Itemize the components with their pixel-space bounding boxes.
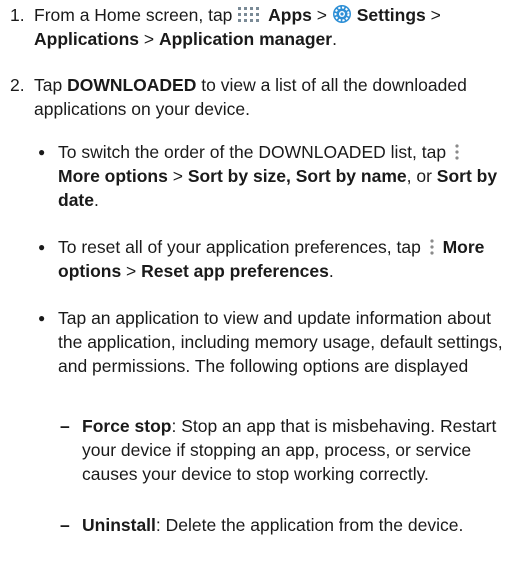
bullet-1: ● To switch the order of the DOWNLOADED … <box>34 140 502 212</box>
bullet-3-text: Tap an application to view and update in… <box>58 308 503 376</box>
settings-gear-icon <box>332 5 351 23</box>
dash-marker: – <box>60 416 70 436</box>
step-1-prefix: From a Home screen, tap <box>34 5 238 25</box>
bullet-3: ● Tap an application to view and update … <box>34 306 510 378</box>
uninstall-text: : Delete the application from the device… <box>155 515 464 535</box>
sub-item-force-stop: – Force stop: Stop an app that is misbeh… <box>58 414 504 486</box>
bullet-dot: ● <box>38 145 46 159</box>
separator: > <box>121 261 142 281</box>
more-options-icon <box>455 144 459 160</box>
bullet-dot: ● <box>38 240 46 254</box>
downloaded-label: DOWNLOADED <box>67 75 197 95</box>
bullet-2: ● To reset all of your application prefe… <box>34 235 510 283</box>
bullet-2-prefix: To reset all of your application prefere… <box>58 237 426 257</box>
sort-by-size-name: Sort by size, Sort by name <box>187 166 407 186</box>
uninstall-label: Uninstall <box>82 515 156 535</box>
separator: > <box>167 166 188 186</box>
application-manager-label: Application manager <box>158 29 333 49</box>
reset-app-preferences: Reset app preferences <box>141 261 329 281</box>
applications-label: Applications <box>34 29 140 49</box>
separator: > <box>425 5 441 25</box>
bullet-1-prefix: To switch the order of the DOWNLOADED li… <box>58 142 451 162</box>
apps-grid-icon <box>238 7 260 22</box>
bullet-dot: ● <box>38 311 46 325</box>
sub-item-uninstall: – Uninstall: Delete the application from… <box>58 513 478 537</box>
period: . <box>93 190 99 210</box>
step-1-number: 1. <box>10 5 25 25</box>
more-options-icon <box>430 239 434 255</box>
apps-label: Apps <box>268 5 312 25</box>
or-text: , or <box>406 166 437 186</box>
step-2: 2. Tap DOWNLOADED to view a list of all … <box>10 73 480 121</box>
step-2-prefix: Tap <box>34 75 68 95</box>
document-page: 1. From a Home screen, tap Apps > Settin… <box>0 0 510 563</box>
settings-label: Settings <box>356 5 426 25</box>
separator: > <box>139 29 159 49</box>
step-1: 1. From a Home screen, tap Apps > Settin… <box>10 3 508 51</box>
period: . <box>332 29 337 49</box>
separator: > <box>311 5 332 25</box>
step-2-number: 2. <box>10 75 25 95</box>
more-options-label: More options <box>58 166 168 186</box>
dash-marker: – <box>60 515 70 535</box>
period: . <box>328 261 334 281</box>
force-stop-label: Force stop <box>82 416 172 436</box>
